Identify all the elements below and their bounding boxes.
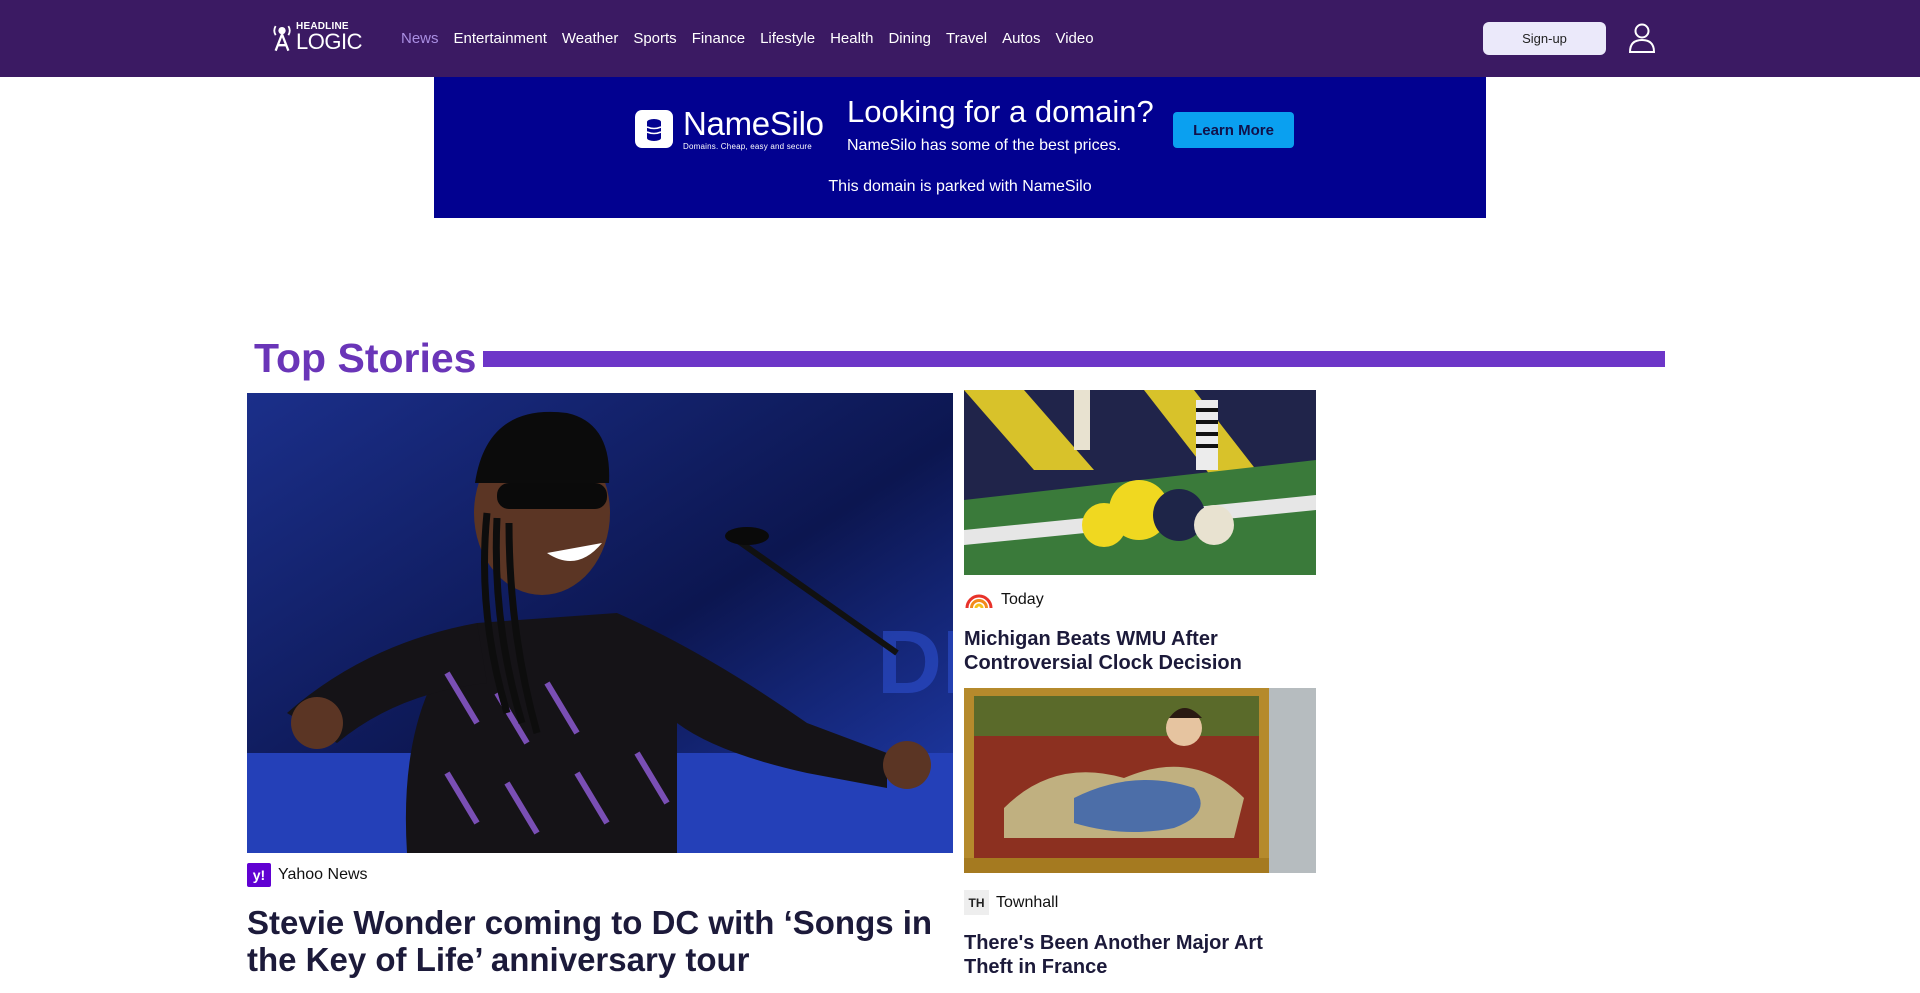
side-story-1-source-name: Today [1001,591,1044,608]
townhall-logo-icon: TH [964,890,989,915]
side-story-2-title[interactable]: There's Been Another Major Art Theft in … [964,931,1304,979]
nav-item-autos[interactable]: Autos [1002,29,1040,49]
side-story-1-title[interactable]: Michigan Beats WMU After Controversial C… [964,627,1304,675]
side-story-1-image[interactable] [964,390,1316,575]
namesilo-logo: NameSilo Domains. Cheap, easy and secure [635,107,824,151]
database-icon [635,110,673,148]
top-navigation-bar: HEADLINE LOGIC News Entertainment Weathe… [0,0,1920,77]
nav-item-entertainment[interactable]: Entertainment [454,29,547,49]
learn-more-button[interactable]: Learn More [1173,112,1294,148]
ad-headline: Looking for a domain? [847,94,1154,129]
main-story-title[interactable]: Stevie Wonder coming to DC with ‘Songs i… [247,904,967,978]
logo-line-2: LOGIC [296,28,362,54]
user-icon[interactable] [1627,22,1657,54]
nav-item-sports[interactable]: Sports [633,29,676,49]
nav-item-dining[interactable]: Dining [888,29,931,49]
nav-item-health[interactable]: Health [830,29,873,49]
yahoo-logo-icon: y! [247,863,271,887]
nav-item-travel[interactable]: Travel [946,29,987,49]
main-story-source-name: Yahoo News [278,866,368,883]
nav-item-weather[interactable]: Weather [562,29,618,49]
nav-item-video[interactable]: Video [1055,29,1093,49]
signup-button[interactable]: Sign-up [1483,22,1606,55]
logo-wordmark: HEADLINE LOGIC [296,21,362,54]
main-story-source[interactable]: y! Yahoo News [247,863,368,887]
namesilo-wordmark: NameSilo Domains. Cheap, easy and secure [683,105,824,152]
svg-text:DN: DN [877,613,953,713]
nav-item-finance[interactable]: Finance [692,29,745,49]
main-nav: News Entertainment Weather Sports Financ… [386,0,1094,77]
nav-item-news[interactable]: News [401,29,439,49]
side-story-2-source-name: Townhall [996,893,1059,911]
ad-footer-text: This domain is parked with NameSilo [828,178,1092,195]
radio-tower-logo-icon [273,25,291,52]
ad-subtext: NameSilo has some of the best prices. [847,137,1121,154]
side-story-2-image[interactable] [964,688,1316,873]
side-story-2-source[interactable]: TH Townhall [964,890,1058,915]
namesilo-tagline: Domains. Cheap, easy and secure [683,142,812,151]
main-story-image[interactable]: DN [247,393,953,853]
section-divider [483,351,1665,367]
side-story-1-source[interactable]: Today [964,591,1044,609]
nav-item-lifestyle[interactable]: Lifestyle [760,29,815,49]
namesilo-brand-name: NameSilo [683,105,824,142]
section-title-top-stories: Top Stories [254,335,477,381]
namesilo-ad-banner[interactable]: NameSilo Domains. Cheap, easy and secure… [434,77,1486,218]
rainbow-logo-icon [965,594,993,609]
site-logo[interactable]: HEADLINE LOGIC [272,19,362,55]
